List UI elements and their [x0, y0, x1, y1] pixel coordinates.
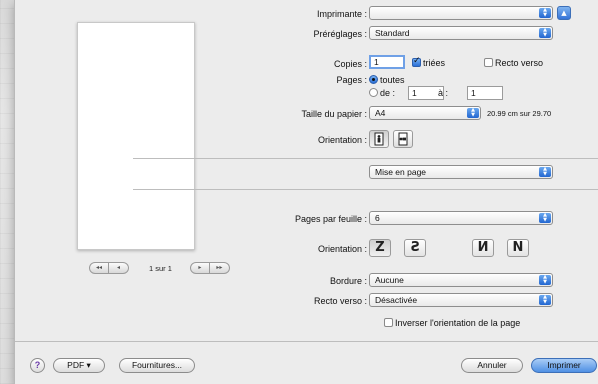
first-page-button[interactable]: ◂◂	[89, 262, 109, 274]
copies-label: Copies :	[333, 59, 367, 69]
layout-two-sided-popup[interactable]: Désactivée ▲ ▼	[369, 293, 553, 307]
pdf-menu-button[interactable]: PDF ▾	[53, 358, 105, 373]
print-dialog: ◂◂ ◂ 1 sur 1 ▸ ▸▸ Imprimante : ▲ ▼ ▲ Prér…	[14, 0, 598, 384]
page-count-label: 1 sur 1	[149, 263, 172, 273]
printer-popup[interactable]: ▲ ▼	[369, 6, 553, 20]
section-divider	[133, 158, 598, 159]
pages-label: Pages :	[336, 75, 367, 85]
prev-page-button[interactable]: ◂	[109, 262, 129, 274]
landscape-button[interactable]	[393, 130, 413, 148]
layout-two-sided-value: Désactivée	[375, 295, 418, 305]
printer-label: Imprimante :	[316, 9, 367, 19]
pages-per-sheet-value: 6	[375, 213, 380, 223]
collate-check-icon	[412, 56, 421, 67]
border-label: Bordure :	[329, 276, 367, 286]
portrait-icon	[374, 132, 384, 146]
two-sided-check-icon	[484, 58, 493, 67]
pages-from-label: de :	[380, 88, 396, 98]
collate-label: triées	[423, 58, 446, 68]
next-page-group: ▸ ▸▸	[189, 262, 230, 274]
layout-two-sided-label: Recto verso :	[313, 296, 367, 306]
pages-all-label: toutes	[380, 75, 405, 85]
pages-to-input[interactable]: 1	[467, 86, 503, 100]
page-preview	[77, 22, 195, 250]
paper-dimensions: 20.99 cm sur 29.70	[487, 109, 552, 118]
pages-per-sheet-popup[interactable]: 6 ▲ ▼	[369, 211, 553, 225]
help-button[interactable]: ?	[30, 358, 45, 373]
copies-input[interactable]: 1	[369, 55, 405, 69]
popup-arrows-icon: ▲ ▼	[539, 275, 551, 285]
presets-value: Standard	[375, 28, 410, 38]
reverse-check-icon	[384, 318, 393, 327]
two-sided-checkbox[interactable]: Recto verso	[484, 58, 543, 68]
layout-z-button[interactable]: Z	[369, 239, 391, 257]
section-popup[interactable]: Mise en page ▲ ▼	[369, 165, 553, 179]
popup-arrows-icon: ▲ ▼	[539, 28, 551, 38]
radio-icon	[369, 88, 378, 97]
pages-per-sheet-label: Pages par feuille :	[294, 214, 367, 224]
paper-size-popup[interactable]: A4 ▲ ▼	[369, 106, 481, 120]
layout-s-label: S	[410, 240, 420, 255]
border-value: Aucune	[375, 275, 404, 285]
cancel-button[interactable]: Annuler	[461, 358, 523, 373]
supplies-button[interactable]: Fournitures...	[119, 358, 195, 373]
disclosure-button[interactable]: ▲	[557, 6, 571, 20]
pages-range-radio[interactable]: de :	[369, 88, 395, 98]
reverse-orientation-label: Inverser l'orientation de la page	[395, 318, 521, 328]
popup-arrows-icon: ▲ ▼	[539, 167, 551, 177]
popup-arrows-icon: ▲ ▼	[539, 8, 551, 18]
landscape-icon	[398, 132, 408, 146]
layout-s-button[interactable]: S	[404, 239, 426, 257]
popup-arrows-icon: ▲ ▼	[539, 213, 551, 223]
orientation-label: Orientation :	[317, 135, 367, 145]
layout-n-reverse-label: N	[477, 240, 489, 255]
presets-label: Préréglages :	[313, 29, 367, 39]
radio-selected-icon	[369, 75, 378, 84]
paper-size-value: A4	[375, 108, 386, 118]
prev-page-group: ◂◂ ◂	[89, 262, 129, 274]
collate-checkbox[interactable]: triées	[412, 56, 446, 68]
pages-to-label: à :	[437, 88, 448, 98]
layout-n-reverse-button[interactable]: N	[472, 239, 494, 257]
reverse-orientation-checkbox[interactable]: Inverser l'orientation de la page	[384, 318, 520, 328]
section-value: Mise en page	[375, 167, 427, 177]
layout-direction-label: Orientation :	[317, 244, 367, 254]
paper-size-label: Taille du papier :	[301, 109, 367, 119]
preview-pager: ◂◂ ◂ 1 sur 1 ▸ ▸▸	[89, 262, 230, 274]
two-sided-label: Recto verso	[495, 58, 544, 68]
section-divider	[133, 189, 598, 190]
layout-n-button[interactable]: N	[507, 239, 529, 257]
portrait-button[interactable]	[369, 130, 389, 148]
presets-popup[interactable]: Standard ▲ ▼	[369, 26, 553, 40]
last-page-button[interactable]: ▸▸	[209, 262, 230, 274]
popup-arrows-icon: ▲ ▼	[539, 295, 551, 305]
print-button[interactable]: Imprimer	[531, 358, 597, 373]
footer-divider	[15, 341, 598, 342]
next-page-button[interactable]: ▸	[189, 262, 210, 274]
popup-arrows-icon: ▲ ▼	[467, 108, 479, 118]
pages-all-radio[interactable]: toutes	[369, 75, 405, 85]
border-popup[interactable]: Aucune ▲ ▼	[369, 273, 553, 287]
